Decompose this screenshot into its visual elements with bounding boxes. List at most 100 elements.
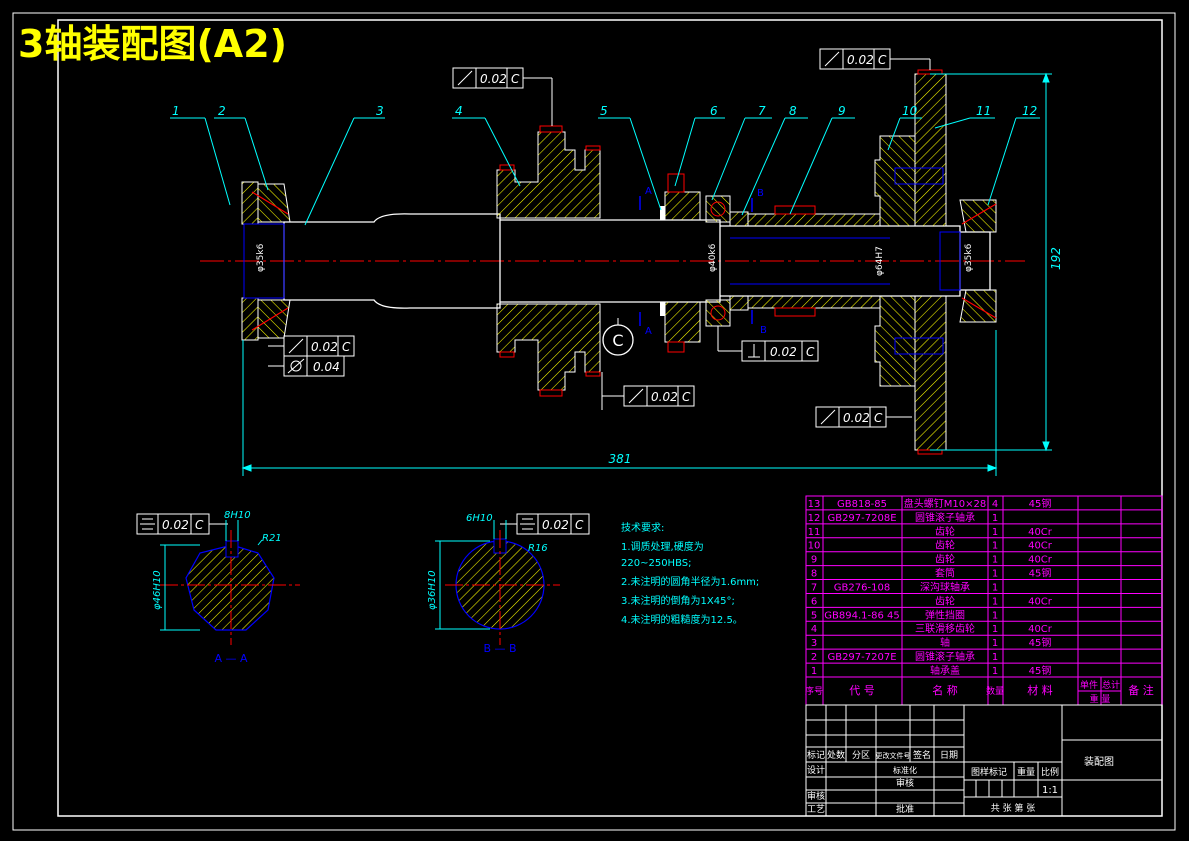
- section-b-diameter: φ36H10: [427, 570, 438, 610]
- balloon-10: 10: [902, 104, 918, 118]
- tb-mark: 标记: [807, 749, 825, 761]
- part-no: 5: [811, 610, 817, 621]
- tb-process: 工艺: [807, 804, 825, 815]
- part-no: 4: [811, 624, 817, 635]
- balloon-4: 4: [455, 104, 463, 118]
- balloon-3: 3: [376, 104, 384, 118]
- part-qty: 1: [992, 624, 998, 635]
- assembly-drawing: 3轴装配图(A2) A A B B C 1 2 3 4 5 6 7 8 9 10…: [12, 12, 1176, 831]
- part-row-6: 6 齿轮 1 40Cr: [806, 594, 1162, 608]
- tol-8-datum: C: [195, 518, 204, 532]
- tb-design: 设计: [807, 764, 825, 776]
- bearing-cover-top: [241, 181, 259, 225]
- sliding-gear-top: [496, 131, 601, 219]
- part-code: GB276-108: [834, 582, 890, 593]
- part-code: GB297-7208E: [827, 513, 896, 524]
- section-a-diameter: φ46H10: [152, 570, 163, 610]
- tb-zone: 分区: [852, 750, 870, 761]
- header-no: 序号: [805, 685, 823, 697]
- tol-5-value: 0.02: [651, 390, 678, 404]
- balloon-5: 5: [600, 104, 608, 118]
- part-qty: 1: [992, 596, 998, 607]
- part-name: 齿轮: [935, 525, 955, 538]
- tb-stage-mark: 图样标记: [971, 766, 1007, 778]
- part-material: 45钢: [1029, 567, 1052, 580]
- tb-drawing-name: 装配图: [1084, 755, 1114, 768]
- tol-3-value: 0.02: [311, 340, 338, 354]
- part-qty: 1: [992, 638, 998, 649]
- tech-req-heading: 技术要求:: [621, 521, 664, 534]
- section-mark-b-top: B: [757, 188, 764, 199]
- part-code: GB894.1-86 45: [824, 610, 899, 621]
- part-no: 12: [808, 513, 821, 524]
- part-material: 40Cr: [1028, 527, 1053, 538]
- balloon-numbers: 1 2 3 4 5 6 7 8 9 10 11 12: [172, 104, 1037, 118]
- part-qty: 1: [992, 527, 998, 538]
- part-row-1: 1 轴承盖 1 45钢: [806, 664, 1162, 678]
- part-row-11: 11 齿轮 1 40Cr: [806, 525, 1162, 539]
- part-qty: 1: [992, 666, 998, 677]
- part-name: 圆锥滚子轴承: [915, 511, 975, 524]
- tb-standardize: 标准化: [893, 765, 917, 775]
- tech-req-line-4: 3.未注明的倒角为1X45°;: [621, 594, 735, 607]
- part-name: 齿轮: [935, 553, 955, 566]
- tb-review-left: 审核: [807, 790, 825, 802]
- tapered-bearing-right-top: [959, 199, 997, 233]
- section-mark-b-bottom: B: [760, 325, 767, 336]
- tb-review: 审核: [896, 777, 914, 789]
- tol-7-value: 0.02: [843, 411, 870, 425]
- part-no: 10: [808, 541, 821, 552]
- part-qty: 4: [992, 499, 998, 510]
- section-b-radius: R16: [528, 543, 548, 554]
- part-row-8: 8 套筒 1 45钢: [806, 567, 1162, 581]
- balloon-9: 9: [838, 104, 846, 118]
- part-material: 40Cr: [1028, 624, 1053, 635]
- part-name: 三联滑移齿轮: [915, 622, 975, 635]
- part-no: 11: [808, 527, 821, 538]
- part-name: 圆锥滚子轴承: [915, 650, 975, 663]
- tech-req-line-3: 2.未注明的圆角半径为1.6mm;: [621, 575, 759, 588]
- section-mark-a-bottom: A: [645, 326, 652, 337]
- part-material: 45钢: [1029, 636, 1052, 649]
- section-a-width: 8H10: [224, 510, 251, 521]
- part-code: GB297-7207E: [827, 652, 896, 663]
- header-qty: 数量: [986, 685, 1004, 697]
- tapered-bearing-left-bottom: [257, 299, 291, 339]
- tol-4-value: 0.04: [313, 360, 340, 374]
- fit-right: φ35k6: [964, 243, 974, 272]
- section-a-caption: A — A: [214, 652, 248, 665]
- part-name: 盘头螺钉M10×28: [904, 497, 986, 510]
- part-row-3: 3 轴 1 45钢: [806, 636, 1162, 650]
- part-name: 轴: [940, 636, 950, 649]
- balloon-8: 8: [789, 104, 797, 118]
- fit-gear: φ64H7: [875, 246, 885, 276]
- balloon-11: 11: [976, 104, 991, 118]
- part-qty: 1: [992, 555, 998, 566]
- header-name: 名 称: [932, 683, 958, 697]
- tapered-bearing-left-top: [257, 183, 291, 223]
- gear-9-bottom: [747, 295, 881, 309]
- section-a-radius: R21: [262, 533, 282, 544]
- tol-9-value: 0.02: [542, 518, 569, 532]
- part-no: 7: [811, 582, 817, 593]
- gear-9-top: [747, 213, 881, 227]
- header-note: 备 注: [1128, 683, 1154, 697]
- ball-bearing-top: [705, 195, 731, 223]
- part-material: 40Cr: [1028, 541, 1053, 552]
- part-row-13: 13 GB818-85 盘头螺钉M10×28 4 45钢: [806, 497, 1162, 511]
- tol-2-value: 0.02: [847, 53, 874, 67]
- tol-2-datum: C: [878, 53, 887, 67]
- tol-3-datum: C: [342, 340, 351, 354]
- part-name: 套筒: [935, 567, 955, 580]
- balloon-6: 6: [710, 104, 718, 118]
- sleeve-top: [729, 211, 749, 227]
- tb-date: 日期: [940, 750, 958, 761]
- ball-bearing-bottom: [705, 299, 731, 327]
- gear-6-bottom: [664, 301, 701, 343]
- part-row-7: 7 GB276-108 深沟球轴承 1: [806, 580, 1162, 594]
- part-no: 9: [811, 555, 817, 566]
- gear-6-top: [664, 191, 701, 221]
- fit-left: φ35k6: [256, 243, 266, 272]
- section-b-width: 6H10: [466, 513, 493, 524]
- part-name: 轴承盖: [930, 664, 960, 677]
